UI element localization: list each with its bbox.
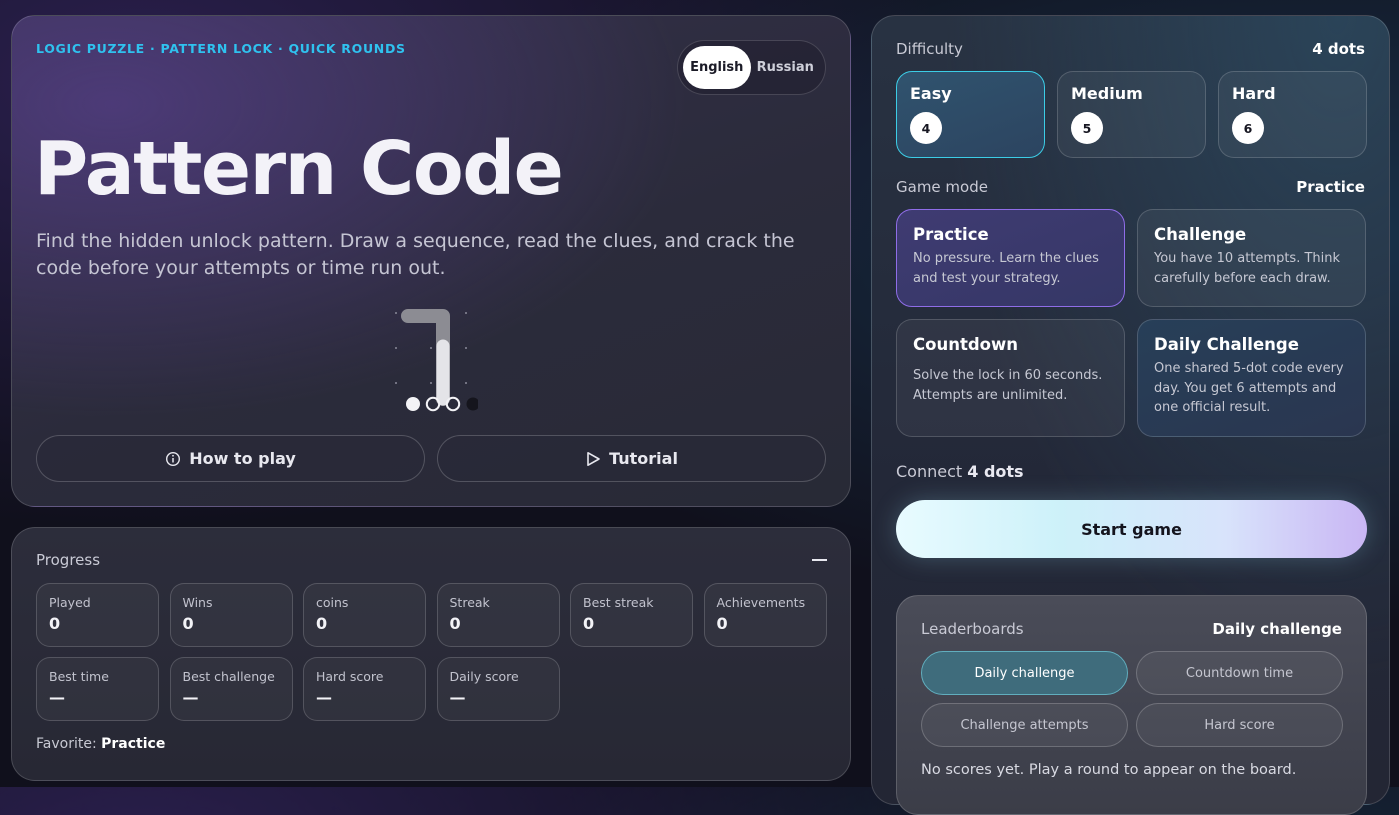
stat-streak: Streak 0 xyxy=(436,583,560,647)
progress-dot-hollow xyxy=(425,396,441,412)
connect-prefix: Connect xyxy=(896,462,963,481)
leaderboard-tabs: Daily challenge Countdown time Challenge… xyxy=(921,651,1343,747)
how-to-play-button[interactable]: How to play xyxy=(36,435,425,482)
grid-dot xyxy=(430,382,432,384)
difficulty-easy[interactable]: Easy 4 xyxy=(896,71,1045,158)
progress-card: Progress Played 0 Wins 0 coins 0 Streak 0 Be… xyxy=(11,527,851,781)
favorite-label: Favorite: xyxy=(36,736,97,752)
stat-played: Played 0 xyxy=(36,583,159,647)
page-title: Pattern Code xyxy=(34,126,564,212)
stat-daily-score: Daily score — xyxy=(436,657,560,721)
leaderboards-card: Leaderboards Daily challenge Daily chall… xyxy=(896,595,1367,815)
language-russian-button[interactable]: Russian xyxy=(751,46,821,89)
mode-options: Practice No pressure. Learn the clues an… xyxy=(896,209,1366,437)
favorite-value: Practice xyxy=(101,736,166,752)
stats-grid: Played 0 Wins 0 coins 0 Streak 0 Best streak… xyxy=(36,583,827,721)
grid-dot xyxy=(465,347,467,349)
tab-daily-challenge[interactable]: Daily challenge xyxy=(921,651,1128,695)
tab-hard-score[interactable]: Hard score xyxy=(1136,703,1343,747)
stat-coins: coins 0 xyxy=(303,583,426,647)
language-english-button[interactable]: English xyxy=(683,46,751,89)
mode-practice[interactable]: Practice No pressure. Learn the clues an… xyxy=(896,209,1125,307)
difficulty-label: Difficulty xyxy=(896,40,963,58)
grid-dot xyxy=(395,382,397,384)
progress-dot-filled xyxy=(406,397,420,411)
progress-title: Progress xyxy=(36,551,101,569)
hero-actions: How to play Tutorial xyxy=(36,435,826,482)
dot-count-badge: 4 xyxy=(910,112,942,144)
connect-value: 4 dots xyxy=(967,462,1024,481)
leaderboards-title: Leaderboards xyxy=(921,620,1024,638)
game-setup-panel: Difficulty 4 dots Easy 4 Medium 5 Hard 6… xyxy=(871,15,1390,815)
start-game-button[interactable]: Start game xyxy=(896,500,1367,558)
mode-daily-challenge[interactable]: Daily Challenge One shared 5-dot code ev… xyxy=(1137,319,1366,437)
hero-description: Find the hidden unlock pattern. Draw a s… xyxy=(36,230,795,279)
info-icon xyxy=(166,451,181,466)
hero-card: LOGIC PUZZLE · PATTERN LOCK · QUICK ROUN… xyxy=(11,15,851,507)
stat-best-streak: Best streak 0 xyxy=(570,583,693,647)
stat-best-time: Best time — xyxy=(36,657,159,721)
stat-wins: Wins 0 xyxy=(169,583,293,647)
minus-icon xyxy=(811,559,827,561)
leaderboards-selected: Daily challenge xyxy=(1212,620,1342,638)
tagline: LOGIC PUZZLE · PATTERN LOCK · QUICK ROUN… xyxy=(36,41,406,56)
collapse-button[interactable] xyxy=(810,551,828,569)
leaderboard-empty-text: No scores yet. Play a round to appear on… xyxy=(921,762,1297,778)
language-toggle: English Russian xyxy=(677,40,826,95)
tutorial-label: Tutorial xyxy=(609,449,678,468)
stat-best-challenge: Best challenge — xyxy=(169,657,293,721)
grid-dot xyxy=(395,347,397,349)
dot-count-badge: 6 xyxy=(1232,112,1264,144)
mode-countdown[interactable]: Countdown Solve the lock in 60 seconds. … xyxy=(896,319,1125,437)
tutorial-button[interactable]: Tutorial xyxy=(437,435,826,482)
difficulty-header: Difficulty 4 dots xyxy=(896,40,1365,58)
stat-hard-score: Hard score — xyxy=(303,657,426,721)
progress-dot-hollow xyxy=(445,396,461,412)
pattern-preview xyxy=(395,309,478,412)
difficulty-hard[interactable]: Hard 6 xyxy=(1218,71,1367,158)
difficulty-value: 4 dots xyxy=(1312,40,1365,58)
grid-dot xyxy=(430,347,432,349)
tab-countdown-time[interactable]: Countdown time xyxy=(1136,651,1343,695)
grid-dot xyxy=(465,382,467,384)
mode-challenge[interactable]: Challenge You have 10 attempts. Think ca… xyxy=(1137,209,1366,307)
dot-count-badge: 5 xyxy=(1071,112,1103,144)
mode-value: Practice xyxy=(1296,178,1365,196)
favorite-mode: Favorite: Practice xyxy=(36,736,165,752)
stat-achievements: Achievements 0 xyxy=(703,583,827,647)
difficulty-medium[interactable]: Medium 5 xyxy=(1057,71,1206,158)
progress-dot-empty xyxy=(466,397,478,411)
difficulty-options: Easy 4 Medium 5 Hard 6 xyxy=(896,71,1367,158)
grid-dot xyxy=(465,312,467,314)
connect-summary: Connect 4 dots xyxy=(896,462,1024,481)
play-icon xyxy=(587,451,600,466)
mode-header: Game mode Practice xyxy=(896,178,1365,196)
how-to-play-label: How to play xyxy=(189,449,296,468)
grid-dot xyxy=(395,312,397,314)
tab-challenge-attempts[interactable]: Challenge attempts xyxy=(921,703,1128,747)
mode-label: Game mode xyxy=(896,178,988,196)
